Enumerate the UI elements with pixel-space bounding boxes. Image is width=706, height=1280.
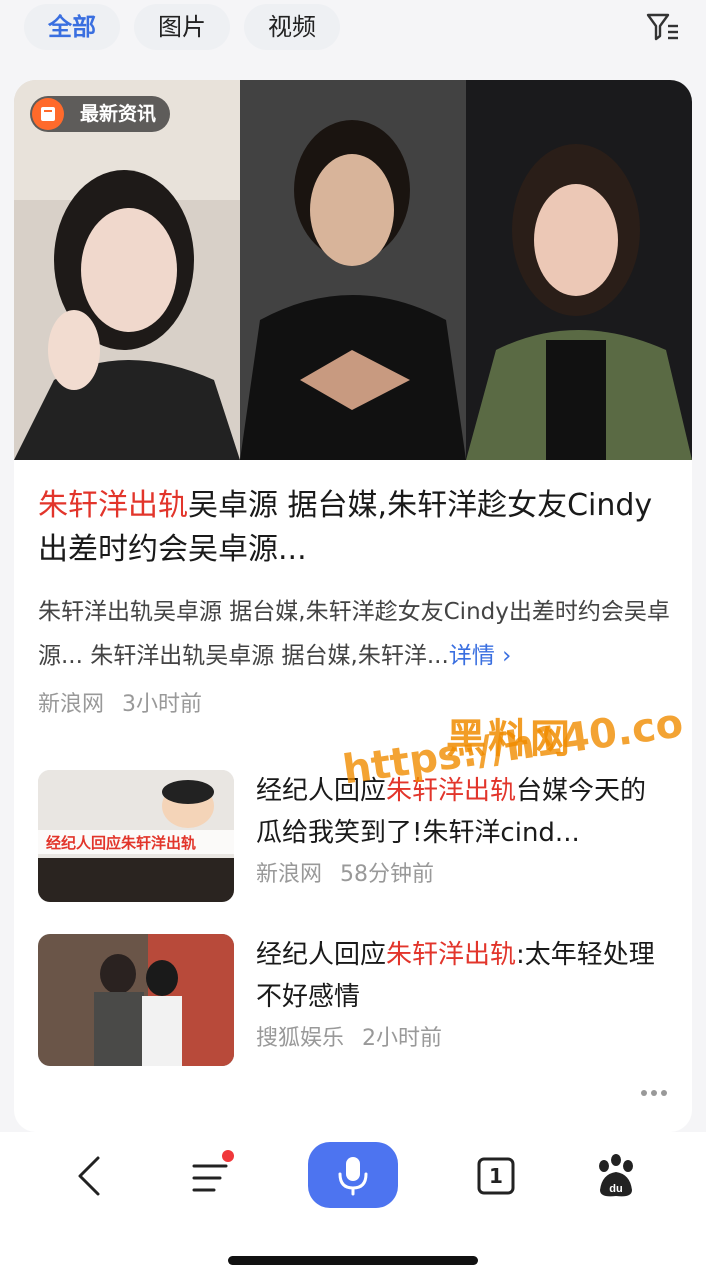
hero-image[interactable]: 最新资讯: [14, 80, 692, 460]
tab-label: 图片: [158, 13, 206, 41]
home-indicator: [228, 1256, 478, 1265]
mic-icon: [338, 1157, 368, 1196]
tab-label: 视频: [268, 13, 316, 41]
back-icon[interactable]: [60, 1150, 120, 1202]
news-time: 3小时前: [122, 692, 203, 717]
news-source: 搜狐娱乐: [256, 1026, 345, 1051]
more-options-icon[interactable]: [640, 1088, 668, 1098]
news-meta: 搜狐娱乐 2小时前: [256, 1020, 460, 1052]
bottom-nav-bar: 1 du: [0, 1132, 706, 1280]
news-time: 58分钟前: [340, 862, 435, 887]
menu-icon[interactable]: [180, 1150, 240, 1202]
news-thumbnail: 经纪人回应朱轩洋出轨: [38, 770, 234, 902]
tab-all[interactable]: 全部: [24, 4, 120, 50]
tab-images[interactable]: 图片: [134, 4, 230, 50]
description-text: 朱轩洋出轨吴卓源 据台媒,朱轩洋趁女友Cindy出差时约会吴卓源... 朱轩洋出…: [38, 599, 670, 669]
top-news-description: 朱轩洋出轨吴卓源 据台媒,朱轩洋趁女友Cindy出差时约会吴卓源... 朱轩洋出…: [38, 590, 670, 678]
filter-icon[interactable]: [646, 12, 680, 42]
news-time: 2小时前: [362, 1026, 443, 1051]
top-news-meta: 新浪网 3小时前: [38, 686, 220, 718]
details-link-label: 详情: [448, 643, 495, 669]
tab-videos[interactable]: 视频: [244, 4, 340, 50]
news-book-icon: [32, 98, 64, 130]
search-results-page: 全部 图片 视频 最新资讯 朱轩洋出轨吴卓源 据台媒,朱轩洋趁女友Cindy出差…: [0, 0, 706, 1280]
news-card: 最新资讯 朱轩洋出轨吴卓源 据台媒,朱轩洋趁女友Cindy出差时约会吴卓源...…: [14, 80, 692, 1132]
news-source: 新浪网: [256, 862, 323, 887]
badge-label: 最新资讯: [80, 103, 157, 125]
title-prefix: 经纪人回应: [256, 940, 387, 970]
thumbnail-caption: 经纪人回应朱轩洋出轨: [46, 834, 197, 852]
news-thumbnail: [38, 934, 234, 1066]
news-source: 新浪网: [38, 692, 105, 717]
tab-count: 1: [489, 1164, 503, 1188]
top-news-title[interactable]: 朱轩洋出轨吴卓源 据台媒,朱轩洋趁女友Cindy出差时约会吴卓源...: [38, 484, 670, 572]
news-title: 经纪人回应朱轩洋出轨:太年轻处理不好感情: [256, 934, 670, 1018]
baidu-paw-icon[interactable]: du: [586, 1150, 646, 1202]
hero-photo-woman-right: [466, 80, 692, 460]
news-title: 经纪人回应朱轩洋出轨台媒今天的瓜给我笑到了!朱轩洋cind...: [256, 770, 670, 854]
filter-tabs: 全部 图片 视频: [0, 0, 706, 56]
list-item[interactable]: 经纪人回应朱轩洋出轨:太年轻处理不好感情 搜狐娱乐 2小时前: [38, 934, 670, 1066]
tabs-button[interactable]: 1: [466, 1150, 526, 1202]
title-highlight: 朱轩洋出轨: [38, 488, 188, 523]
details-link[interactable]: 详情 ›: [449, 643, 512, 669]
hero-photo-man-center: [240, 80, 466, 460]
title-highlight: 朱轩洋出轨: [386, 940, 517, 970]
latest-news-badge: 最新资讯: [30, 96, 171, 132]
voice-search-button[interactable]: [308, 1142, 398, 1208]
news-meta: 新浪网 58分钟前: [256, 856, 452, 888]
chevron-right-icon: ›: [502, 643, 512, 669]
tab-label: 全部: [48, 13, 96, 41]
svg-text:du: du: [609, 1183, 622, 1195]
hero-photo-woman-left: [14, 80, 240, 460]
